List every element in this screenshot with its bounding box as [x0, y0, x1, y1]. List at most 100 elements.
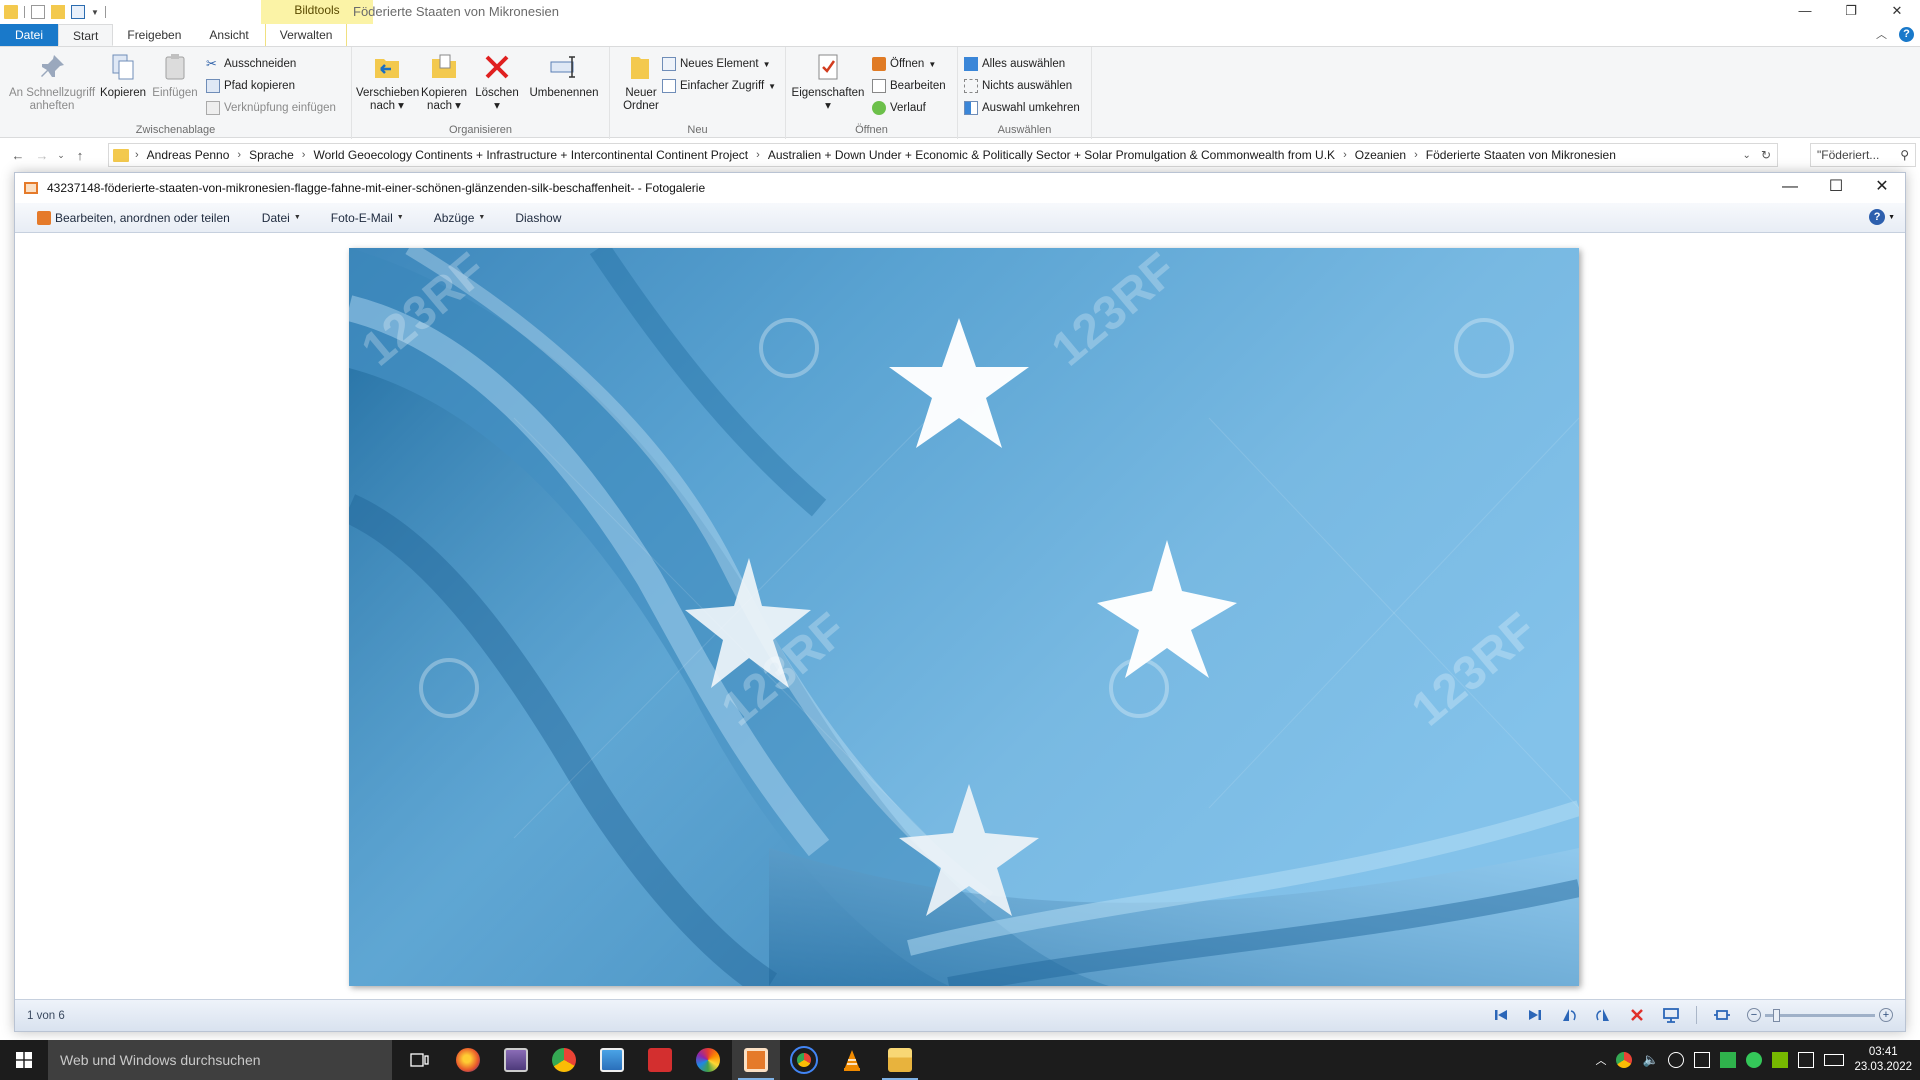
new-folder-button[interactable]: Neuer Ordner [614, 51, 668, 113]
actual-size-icon[interactable] [1713, 1006, 1731, 1024]
maximize-button[interactable]: ☐ [1813, 173, 1859, 203]
taskbar-app-chrome[interactable] [780, 1040, 828, 1080]
minimize-button[interactable]: — [1767, 173, 1813, 203]
search-input[interactable]: "Föderiert... ⚲ [1810, 143, 1916, 167]
forward-arrow-icon[interactable]: → [30, 148, 54, 163]
open-button[interactable]: Öffnen ▼ [872, 55, 936, 73]
notification-icon[interactable] [1798, 1052, 1815, 1068]
zoom-slider[interactable] [1765, 1008, 1875, 1022]
copy-to-button[interactable]: Kopieren nach ▾ [418, 51, 470, 113]
address-dropdown-icon[interactable]: ⌄ [1743, 150, 1751, 161]
properties-icon[interactable] [31, 5, 45, 19]
breadcrumb-item[interactable]: World Geoecology Continents + Infrastruc… [313, 148, 748, 162]
delete-button[interactable]: Löschen ▾ [474, 51, 520, 113]
open-icon [872, 57, 886, 71]
show-hidden-icons-icon[interactable]: ︿ [1595, 1052, 1606, 1068]
cut-button[interactable]: ✂ Ausschneiden [206, 55, 296, 73]
breadcrumb-item[interactable]: Föderierte Staaten von Mikronesien [1426, 148, 1616, 162]
tray-chrome-icon[interactable] [1616, 1052, 1633, 1068]
taskbar-app-vlc[interactable] [828, 1040, 876, 1080]
minimize-button[interactable]: — [1782, 0, 1828, 24]
recent-locations-icon[interactable]: ⌄ [54, 150, 68, 161]
tab-start[interactable]: Start [58, 24, 114, 46]
help-icon[interactable]: ? [1899, 26, 1914, 42]
properties-button[interactable]: Eigenschaften ▾ [790, 51, 866, 113]
breadcrumb-item[interactable]: Andreas Penno [147, 148, 230, 162]
close-button[interactable]: ✕ [1859, 173, 1905, 203]
easy-access-button[interactable]: Einfacher Zugriff ▼ [662, 77, 776, 95]
invert-selection-button[interactable]: Auswahl umkehren [964, 99, 1080, 117]
previous-icon[interactable] [1492, 1006, 1510, 1024]
flag-photo[interactable]: 123RF 123RF 123RF 123RF [349, 248, 1579, 986]
close-button[interactable]: ✕ [1874, 0, 1920, 24]
menu-edit-organize-share[interactable]: Bearbeiten, anordnen oder teilen [37, 210, 230, 225]
restore-button[interactable]: ❐ [1828, 0, 1874, 24]
address-bar[interactable]: › Andreas Penno › Sprache › World Geoeco… [108, 143, 1778, 167]
chrome-icon [552, 1048, 576, 1072]
refresh-icon[interactable]: ↻ [1761, 148, 1771, 162]
taskbar-app-acrobat[interactable] [636, 1040, 684, 1080]
move-to-button[interactable]: Verschieben nach ▾ [356, 51, 419, 113]
back-arrow-icon[interactable]: ← [6, 148, 30, 163]
next-icon[interactable] [1526, 1006, 1544, 1024]
tray-check-icon[interactable] [1746, 1052, 1763, 1068]
select-all-button[interactable]: Alles auswählen [964, 55, 1065, 73]
tab-ansicht[interactable]: Ansicht [195, 24, 262, 46]
edit-button[interactable]: Bearbeiten [872, 77, 946, 95]
rename-button[interactable]: Umbenennen [528, 51, 600, 100]
start-button[interactable] [0, 1040, 48, 1080]
new-item-button[interactable]: Neues Element ▼ [662, 55, 771, 73]
chevron-down-icon[interactable]: ▼ [91, 8, 99, 17]
nvidia-icon[interactable] [1772, 1052, 1789, 1068]
breadcrumb-item[interactable]: Sprache [249, 148, 294, 162]
up-arrow-icon[interactable]: ↑ [68, 148, 92, 163]
tab-freigeben[interactable]: Freigeben [113, 24, 195, 46]
gallery-help[interactable]: ? ▼ [1869, 209, 1895, 225]
taskbar-app-photo-gallery[interactable] [732, 1040, 780, 1080]
rotate-right-icon[interactable] [1594, 1006, 1612, 1024]
menu-photo-email[interactable]: Foto-E-Mail ▼ [331, 211, 404, 225]
zoom-slider-thumb[interactable] [1773, 1008, 1780, 1022]
gallery-window-controls: — ☐ ✕ [1767, 173, 1905, 203]
menu-file[interactable]: Datei ▼ [262, 211, 301, 225]
rotate-left-icon[interactable] [1560, 1006, 1578, 1024]
taskbar-app-firefox[interactable] [444, 1040, 492, 1080]
rename-icon[interactable] [71, 5, 85, 19]
taskbar-app-archive[interactable] [492, 1040, 540, 1080]
collapse-ribbon-icon[interactable]: ︿ [1876, 26, 1887, 42]
taskbar-search-input[interactable]: Web und Windows durchsuchen [48, 1040, 392, 1080]
speaker-icon[interactable]: 🔈 [1642, 1052, 1658, 1068]
breadcrumb-item[interactable]: Australien + Down Under + Economic & Pol… [768, 148, 1335, 162]
new-folder-icon[interactable] [51, 5, 65, 19]
menu-prints[interactable]: Abzüge ▼ [434, 211, 486, 225]
delete-icon[interactable] [1628, 1006, 1646, 1024]
paste-shortcut-button[interactable]: Verknüpfung einfügen [206, 99, 336, 117]
zoom-in-icon[interactable]: + [1879, 1008, 1893, 1022]
network-icon[interactable] [1694, 1052, 1711, 1068]
tab-datei[interactable]: Datei [0, 24, 59, 46]
taskbar-app-file-explorer[interactable] [876, 1040, 924, 1080]
tray-green-app-icon[interactable] [1720, 1052, 1737, 1068]
tab-verwalten[interactable]: Verwalten [264, 24, 348, 46]
keyboard-icon[interactable] [1824, 1054, 1845, 1066]
clock-time: 03:41 [1868, 1046, 1898, 1058]
taskbar-app-picasa[interactable] [684, 1040, 732, 1080]
taskbar-app-image-viewer[interactable] [588, 1040, 636, 1080]
zoom-out-icon[interactable]: − [1747, 1008, 1761, 1022]
copy-path-button[interactable]: Pfad kopieren [206, 77, 295, 95]
pin-quick-access-button[interactable]: An Schnellzugriff anheften [6, 51, 98, 113]
breadcrumb-item[interactable]: Ozeanien [1355, 148, 1406, 162]
copy-button[interactable]: Kopieren [98, 51, 148, 100]
task-view-button[interactable] [396, 1040, 444, 1080]
pin-icon [41, 55, 64, 77]
select-none-button[interactable]: Nichts auswählen [964, 77, 1072, 95]
slideshow-icon[interactable] [1662, 1006, 1680, 1024]
clock[interactable]: 03:41 23.03.2022 [1854, 1045, 1912, 1075]
history-button[interactable]: Verlauf [872, 99, 926, 117]
taskbar-app-chrome-canary[interactable] [540, 1040, 588, 1080]
pencil-icon [872, 79, 886, 93]
paste-button[interactable]: Einfügen [150, 51, 200, 100]
tray-app-icon[interactable] [1668, 1052, 1685, 1068]
menu-slideshow[interactable]: Diashow [515, 211, 561, 225]
vlc-cone-icon [844, 1050, 860, 1071]
